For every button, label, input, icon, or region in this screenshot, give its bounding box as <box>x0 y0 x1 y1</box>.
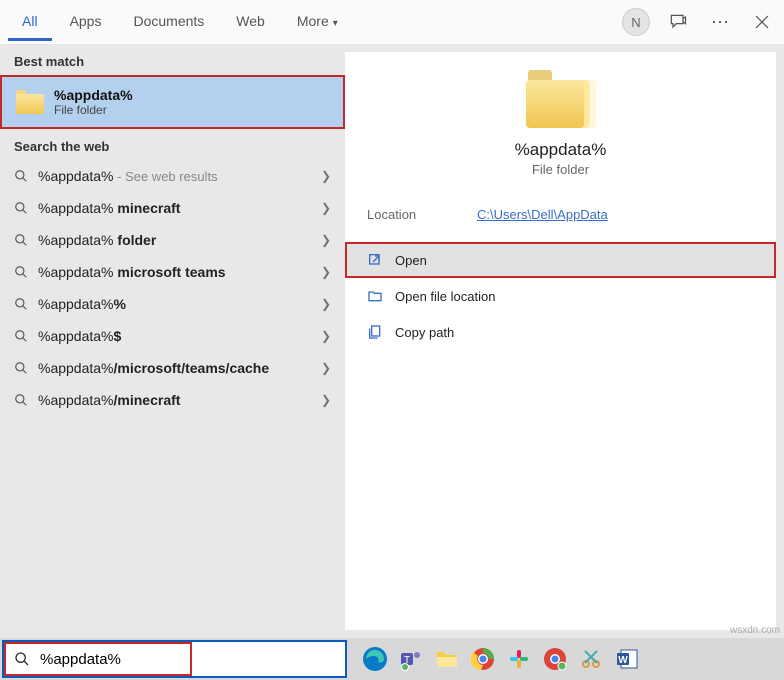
chevron-right-icon: ❯ <box>321 233 331 247</box>
tab-more[interactable]: More▾ <box>283 3 352 41</box>
open-location-icon <box>367 288 383 304</box>
web-result-item[interactable]: %appdata% minecraft ❯ <box>0 192 345 224</box>
chevron-right-icon: ❯ <box>321 169 331 183</box>
web-result-text: %appdata% microsoft teams <box>38 264 311 280</box>
web-result-item[interactable]: %appdata% - See web results ❯ <box>0 160 345 192</box>
taskbar-search[interactable] <box>2 640 347 678</box>
location-label: Location <box>367 207 477 222</box>
web-result-item[interactable]: %appdata%$ ❯ <box>0 320 345 352</box>
folder-large-icon <box>526 70 596 128</box>
web-result-text: %appdata%% <box>38 296 311 312</box>
tab-apps[interactable]: Apps <box>56 3 116 41</box>
chrome2-icon[interactable] <box>539 643 571 675</box>
snip-icon[interactable] <box>575 643 607 675</box>
search-icon <box>4 651 40 667</box>
location-link[interactable]: C:\Users\Dell\AppData <box>477 207 608 222</box>
chevron-right-icon: ❯ <box>321 329 331 343</box>
word-icon[interactable]: W <box>611 643 643 675</box>
action-open-file-location[interactable]: Open file location <box>345 278 776 314</box>
slack-icon[interactable] <box>503 643 535 675</box>
svg-text:W: W <box>618 655 628 666</box>
preview-subtitle: File folder <box>532 162 589 177</box>
user-avatar[interactable]: N <box>622 8 650 36</box>
web-result-item[interactable]: %appdata%/microsoft/teams/cache ❯ <box>0 352 345 384</box>
web-result-item[interactable]: %appdata%% ❯ <box>0 288 345 320</box>
preview-panel: %appdata% File folder Location C:\Users\… <box>345 52 776 630</box>
action-label: Copy path <box>395 325 454 340</box>
web-result-text: %appdata% folder <box>38 232 311 248</box>
preview-title: %appdata% <box>515 140 607 160</box>
web-results-list: %appdata% - See web results❯%appdata% mi… <box>0 160 345 416</box>
search-web-heading: Search the web <box>0 129 345 160</box>
action-label: Open <box>395 253 427 268</box>
chevron-right-icon: ❯ <box>321 393 331 407</box>
results-panel: Best match %appdata% File folder Search … <box>0 44 345 638</box>
best-match-subtitle: File folder <box>54 103 133 117</box>
web-result-text: %appdata% - See web results <box>38 168 311 184</box>
web-result-text: %appdata% minecraft <box>38 200 311 216</box>
file-explorer-icon[interactable] <box>431 643 463 675</box>
web-result-item[interactable]: %appdata% folder ❯ <box>0 224 345 256</box>
tab-all[interactable]: All <box>8 3 52 41</box>
web-result-text: %appdata%$ <box>38 328 311 344</box>
action-label: Open file location <box>395 289 495 304</box>
teams-icon[interactable]: T <box>395 643 427 675</box>
chevron-right-icon: ❯ <box>321 361 331 375</box>
more-options-icon[interactable]: ⋯ <box>706 8 734 36</box>
tab-documents[interactable]: Documents <box>119 3 218 41</box>
chevron-right-icon: ❯ <box>321 297 331 311</box>
web-result-text: %appdata%/minecraft <box>38 392 311 408</box>
tab-web[interactable]: Web <box>222 3 279 41</box>
best-match-heading: Best match <box>0 44 345 75</box>
action-open[interactable]: Open <box>345 242 776 278</box>
chevron-right-icon: ❯ <box>321 201 331 215</box>
chevron-right-icon: ❯ <box>321 265 331 279</box>
close-icon[interactable] <box>748 8 776 36</box>
open-icon <box>367 252 383 268</box>
taskbar-tray: T W <box>347 638 643 680</box>
filter-tabs: All Apps Documents Web More▾ <box>8 3 352 41</box>
folder-icon <box>16 90 44 114</box>
best-match-item[interactable]: %appdata% File folder <box>0 75 345 129</box>
taskbar: T W <box>0 638 784 680</box>
chrome-icon[interactable] <box>467 643 499 675</box>
watermark: wsxdn.com <box>730 625 780 636</box>
copy-path-icon <box>367 324 383 340</box>
preview-actions: Open Open file location Copy path <box>345 242 776 350</box>
best-match-title: %appdata% <box>54 87 133 103</box>
action-copy-path[interactable]: Copy path <box>345 314 776 350</box>
search-input[interactable] <box>40 651 345 668</box>
chevron-down-icon: ▾ <box>333 18 338 29</box>
web-result-item[interactable]: %appdata% microsoft teams ❯ <box>0 256 345 288</box>
edge-icon[interactable] <box>359 643 391 675</box>
web-result-text: %appdata%/microsoft/teams/cache <box>38 360 311 376</box>
feedback-icon[interactable] <box>664 8 692 36</box>
web-result-item[interactable]: %appdata%/minecraft ❯ <box>0 384 345 416</box>
header-bar: All Apps Documents Web More▾ N ⋯ <box>0 0 784 44</box>
